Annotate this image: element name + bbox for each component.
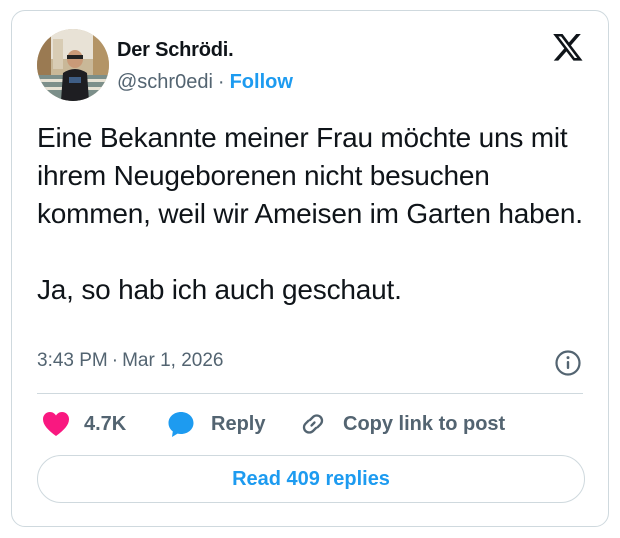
- author-name[interactable]: Der Schrödi.: [117, 39, 234, 62]
- action-bar: 4.7K Reply Copy link to post: [37, 409, 597, 439]
- tweet-time[interactable]: 3:43 PM: [37, 350, 108, 371]
- reply-label: Reply: [211, 412, 266, 435]
- copy-link-button[interactable]: Copy link to post: [299, 409, 505, 439]
- reply-button[interactable]: Reply: [167, 409, 265, 439]
- author-handle-row: @schr0edi · Follow: [117, 71, 293, 94]
- tweet-text: Eine Bekannte meiner Frau möchte uns mit…: [37, 122, 583, 305]
- link-icon: [302, 414, 324, 434]
- read-replies-label: Read 409 replies: [232, 467, 390, 490]
- like-count: 4.7K: [84, 412, 127, 435]
- heart-icon: [43, 412, 69, 436]
- tweet-meta: 3:43 PM · Mar 1, 2026: [37, 350, 224, 372]
- x-logo-icon[interactable]: [552, 33, 584, 63]
- tweet-date[interactable]: Mar 1, 2026: [122, 350, 223, 371]
- reply-bubble-icon: [168, 412, 194, 437]
- divider: [37, 393, 583, 394]
- avatar[interactable]: [37, 29, 109, 101]
- copy-link-label: Copy link to post: [343, 412, 506, 435]
- handle-separator: ·: [217, 71, 225, 93]
- meta-separator: ·: [111, 350, 119, 371]
- like-button[interactable]: 4.7K: [42, 409, 126, 439]
- info-icon[interactable]: [554, 349, 582, 377]
- post-card: Der Schrödi. @schr0edi · Follow Eine Bekan…: [11, 10, 609, 527]
- author-handle[interactable]: @schr0edi: [117, 71, 213, 93]
- follow-button[interactable]: Follow: [230, 71, 293, 93]
- read-replies-button[interactable]: Read 409 replies: [37, 455, 585, 503]
